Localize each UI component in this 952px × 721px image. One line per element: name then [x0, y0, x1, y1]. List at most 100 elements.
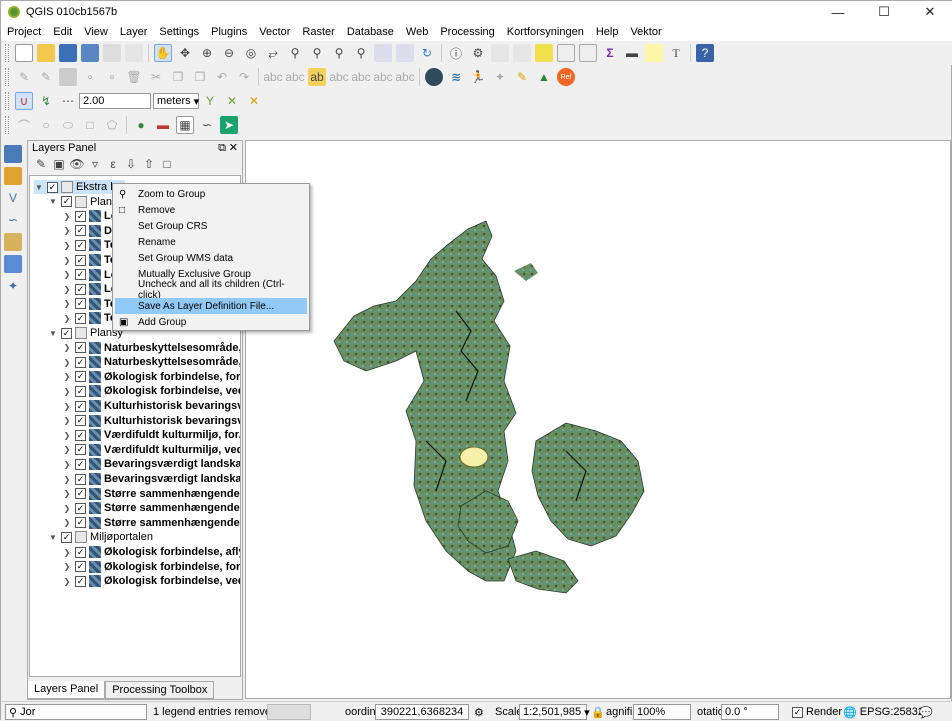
menu-plugins[interactable]: Plugins: [205, 26, 253, 38]
layer-row[interactable]: ❯ ✓ Te: [62, 311, 116, 325]
pan-icon[interactable]: ✋: [154, 44, 172, 62]
new-print-layout-icon[interactable]: [103, 44, 121, 62]
layer-visibility-checkbox[interactable]: ✓: [75, 342, 86, 354]
filter-legend-icon[interactable]: ▿: [88, 157, 102, 171]
help-icon[interactable]: ?: [696, 44, 714, 62]
rotation-spinbox[interactable]: 0.0 °: [721, 704, 779, 720]
layer-visibility-checkbox[interactable]: ✓: [75, 575, 86, 587]
layer-visibility-checkbox[interactable]: ✓: [75, 517, 86, 529]
identify-icon[interactable]: ⓘ: [447, 44, 465, 62]
layer-visibility-checkbox[interactable]: ✓: [75, 415, 86, 427]
add-group-tool-icon[interactable]: ▣: [52, 157, 66, 171]
menu-item-set-group-crs[interactable]: Set Group CRS: [115, 218, 307, 234]
menu-item-remove[interactable]: □ Remove: [115, 202, 307, 218]
label-highlight-icon[interactable]: ab: [308, 68, 326, 86]
chevron-down-icon[interactable]: ▼: [48, 533, 58, 542]
tracing-icon[interactable]: ✕: [245, 92, 263, 110]
lock-scale-icon[interactable]: 🔒: [591, 704, 605, 720]
layer-row[interactable]: ❯ ✓ Værdifuldt kulturmiljø, ved...: [62, 443, 240, 457]
snapping-units-select[interactable]: meters ▾: [153, 93, 199, 109]
layer-visibility-checkbox[interactable]: ✓: [75, 400, 86, 412]
runner-icon[interactable]: 🏃: [469, 68, 487, 86]
add-wms-layer-icon[interactable]: [4, 233, 22, 251]
zoom-selection-icon[interactable]: ⚲: [286, 44, 304, 62]
chevron-right-icon[interactable]: ❯: [62, 431, 72, 440]
layer-row[interactable]: ❯ ✓ Værdifuldt kulturmiljø, for...: [62, 428, 240, 442]
label-move-icon[interactable]: abc: [329, 68, 348, 86]
plugin-icon[interactable]: ✦: [491, 68, 509, 86]
location-pin-icon[interactable]: ●: [132, 116, 150, 134]
data-source-manager-icon[interactable]: [4, 145, 22, 163]
menu-item-uncheck-and-all-its-children-ctrl-click[interactable]: Uncheck and all its children (Ctrl-click…: [115, 279, 307, 301]
toggle-editing-icon[interactable]: ✎: [37, 68, 55, 86]
run-action-icon[interactable]: ⚙: [469, 44, 487, 62]
maximize-button[interactable]: ☐: [861, 1, 907, 23]
menu-web[interactable]: Web: [400, 26, 434, 38]
layer-visibility-checkbox[interactable]: ✓: [75, 429, 86, 441]
save-edits-icon[interactable]: [59, 68, 77, 86]
chevron-right-icon[interactable]: ❯: [62, 270, 72, 279]
crs-button[interactable]: 🌐 EPSG:25832: [843, 704, 924, 720]
map-canvas[interactable]: [245, 140, 951, 699]
chevron-right-icon[interactable]: ❯: [62, 372, 72, 381]
field-calculator-icon[interactable]: [579, 44, 597, 62]
menu-help[interactable]: Help: [590, 26, 625, 38]
toolbar-handle[interactable]: [5, 68, 9, 86]
manage-visibility-icon[interactable]: 👁: [69, 157, 84, 171]
snapping-magnet-icon[interactable]: ∪: [15, 92, 33, 110]
zoom-layer-icon[interactable]: ⚲: [308, 44, 326, 62]
menu-edit[interactable]: Edit: [47, 26, 78, 38]
label-rotate-icon[interactable]: abc: [351, 68, 370, 86]
chevron-right-icon[interactable]: ❯: [62, 343, 72, 352]
draw-icon[interactable]: ✎: [513, 68, 531, 86]
layer-row[interactable]: ❯ ✓ Te: [62, 253, 116, 267]
render-checkbox[interactable]: ✓ Render: [789, 704, 842, 720]
layout-manager-icon[interactable]: [125, 44, 143, 62]
chevron-right-icon[interactable]: ❯: [62, 256, 72, 265]
layer-row[interactable]: ❯ ✓ Økologisk forbindelse, fors...: [62, 370, 240, 384]
menu-processing[interactable]: Processing: [434, 26, 500, 38]
layer-row[interactable]: ❯ ✓ Større sammenhængende ...: [62, 516, 240, 530]
add-vector-layer-icon[interactable]: [4, 167, 22, 185]
add-raster-layer-icon[interactable]: V: [4, 189, 22, 207]
layer-visibility-checkbox[interactable]: ✓: [75, 239, 86, 251]
layer-row[interactable]: ❯ ✓ Lo: [62, 282, 117, 296]
menu-layer[interactable]: Layer: [114, 26, 154, 38]
layer-visibility-checkbox[interactable]: ✓: [75, 371, 86, 383]
layer-visibility-checkbox[interactable]: ✓: [75, 488, 86, 500]
menu-item-zoom-to-group[interactable]: ⚲ Zoom to Group: [115, 186, 307, 202]
zoom-next-icon[interactable]: ⚲: [352, 44, 370, 62]
redo-icon[interactable]: ↷: [235, 68, 253, 86]
layer-visibility-checkbox[interactable]: ✓: [75, 356, 86, 368]
zoom-last-icon[interactable]: ⚲: [330, 44, 348, 62]
layer-row[interactable]: ❯ ✓ Te: [62, 297, 116, 311]
menu-vektor[interactable]: Vektor: [624, 26, 667, 38]
shape-polygon-icon[interactable]: ⬠: [103, 116, 121, 134]
zoom-native-icon[interactable]: ◎: [242, 44, 260, 62]
chevron-right-icon[interactable]: ❯: [62, 562, 72, 571]
layer-visibility-checkbox[interactable]: ✓: [75, 283, 86, 295]
add-delimited-text-icon[interactable]: ∽: [4, 211, 22, 229]
vertex-tool-icon[interactable]: ∘: [103, 68, 121, 86]
graph-icon[interactable]: ∽: [198, 116, 216, 134]
layer-visibility-checkbox[interactable]: ✓: [75, 473, 86, 485]
toggle-extents-icon[interactable]: ⚙: [474, 704, 484, 720]
chevron-down-icon[interactable]: ▼: [48, 329, 58, 338]
layer-row[interactable]: ❯ ✓ Større sammenhængende ...: [62, 487, 240, 501]
expand-all-icon[interactable]: ⇩: [124, 157, 138, 171]
chevron-right-icon[interactable]: ❯: [62, 402, 72, 411]
layer-visibility-checkbox[interactable]: ✓: [75, 312, 86, 324]
delete-selected-icon[interactable]: 🗑: [125, 68, 143, 86]
layer-visibility-checkbox[interactable]: ✓: [61, 531, 72, 543]
profile-chart-icon[interactable]: ▦: [176, 116, 194, 134]
chevron-right-icon[interactable]: ❯: [62, 577, 72, 586]
layer-visibility-checkbox[interactable]: ✓: [75, 502, 86, 514]
chevron-right-icon[interactable]: ❯: [62, 241, 72, 250]
copy-icon[interactable]: ❐: [169, 68, 187, 86]
chevron-down-icon[interactable]: ▼: [48, 197, 58, 206]
layer-visibility-checkbox[interactable]: ✓: [75, 458, 86, 470]
chevron-right-icon[interactable]: ❯: [62, 445, 72, 454]
new-project-icon[interactable]: [15, 44, 33, 62]
layer-visibility-checkbox[interactable]: ✓: [47, 181, 58, 193]
label-pin-icon[interactable]: abc: [285, 68, 304, 86]
